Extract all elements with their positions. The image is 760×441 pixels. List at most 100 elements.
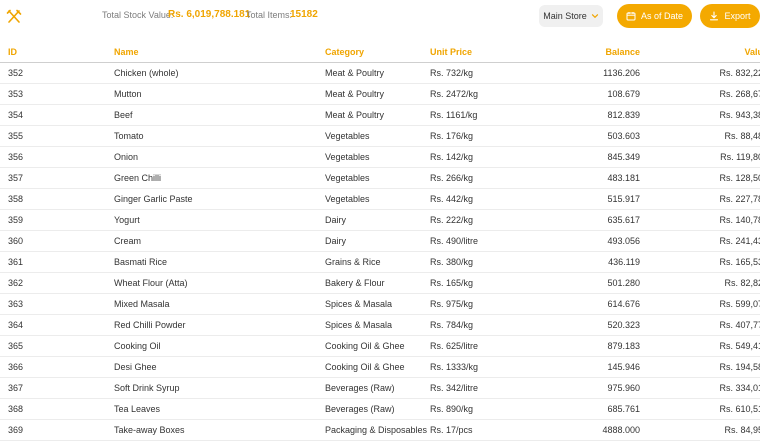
cell-category: Packaging & Disposables: [325, 419, 430, 441]
as-of-date-label: As of Date: [640, 11, 684, 21]
cell-value: Rs. 84,953: [640, 419, 760, 441]
table-row[interactable]: 367 Soft Drink Syrup Beverages (Raw) Rs. 34…: [0, 377, 760, 399]
cell-unit-price: Rs. 176/kg: [430, 125, 510, 147]
cell-balance: 4888.000: [510, 419, 640, 441]
cell-id: 359: [0, 209, 114, 231]
table-row[interactable]: 362 Wheat Flour (Atta) Bakery & Flour Rs. 1…: [0, 272, 760, 294]
table-row[interactable]: 364 Red Chilli Powder Spices & Masala Rs. 7…: [0, 314, 760, 336]
table-row[interactable]: 354 Beef Meat & Poultry Rs. 1161/kg 812.839 R…: [0, 104, 760, 126]
column-header-value[interactable]: Value: [640, 42, 760, 63]
cell-name: Cream: [114, 230, 325, 252]
cell-id: 354: [0, 104, 114, 126]
cell-category: Vegetables: [325, 167, 430, 189]
table-row[interactable]: 369 Take-away Boxes Packaging & Disposable…: [0, 419, 760, 441]
cell-value: Rs. 268,671: [640, 83, 760, 105]
column-header-balance[interactable]: Balance: [510, 42, 640, 63]
calendar-icon: [626, 12, 636, 21]
cell-category: Bakery & Flour: [325, 272, 430, 294]
stock-table: ID Name Category Unit Price Balance Valu…: [0, 42, 760, 441]
cell-value: Rs. 140,789: [640, 209, 760, 231]
cell-id: 367: [0, 377, 114, 399]
cell-name: Tea Leaves: [114, 398, 325, 420]
cell-category: Vegetables: [325, 188, 430, 210]
cell-unit-price: Rs. 380/kg: [430, 251, 510, 273]
export-button[interactable]: Export: [700, 4, 760, 28]
table-row[interactable]: 365 Cooking Oil Cooking Oil & Ghee Rs. 625/…: [0, 335, 760, 357]
cell-name: Basmati Rice: [114, 251, 325, 273]
store-select[interactable]: Main Store: [539, 5, 603, 27]
cell-value: Rs. 599,076: [640, 293, 760, 315]
table-row[interactable]: 352 Chicken (whole) Meat & Poultry Rs. 732/…: [0, 62, 760, 84]
cell-value: Rs. 119,803: [640, 146, 760, 168]
cell-balance: 845.349: [510, 146, 640, 168]
cell-id: 369: [0, 419, 114, 441]
cell-balance: 501.280: [510, 272, 640, 294]
cell-name: Onion: [114, 146, 325, 168]
cell-name: Ginger Garlic Paste: [114, 188, 325, 210]
column-header-unit-price[interactable]: Unit Price: [430, 42, 510, 63]
cell-balance: 614.676: [510, 293, 640, 315]
table-row[interactable]: 363 Mixed Masala Spices & Masala Rs. 975/kg…: [0, 293, 760, 315]
table-row[interactable]: 357 Green Chilli Vegetables Rs. 266/kg 483.1…: [0, 167, 760, 189]
cell-id: 357: [0, 167, 114, 189]
table-body: 352 Chicken (whole) Meat & Poultry Rs. 732/…: [0, 62, 760, 441]
cell-category: Cooking Oil & Ghee: [325, 335, 430, 357]
cell-balance: 635.617: [510, 209, 640, 231]
table-row[interactable]: 368 Tea Leaves Beverages (Raw) Rs. 890/kg 68…: [0, 398, 760, 420]
cell-id: 355: [0, 125, 114, 147]
column-header-id[interactable]: ID: [0, 42, 114, 63]
cell-id: 368: [0, 398, 114, 420]
table-row[interactable]: 359 Yogurt Dairy Rs. 222/kg 635.617 Rs. 140,7…: [0, 209, 760, 231]
cell-value: Rs. 82,826: [640, 272, 760, 294]
cell-category: Dairy: [325, 209, 430, 231]
cell-category: Spices & Masala: [325, 314, 430, 336]
cell-unit-price: Rs. 142/kg: [430, 146, 510, 168]
cell-balance: 493.056: [510, 230, 640, 252]
download-icon: [710, 11, 719, 21]
cell-category: Cooking Oil & Ghee: [325, 356, 430, 378]
chevron-down-icon: [591, 14, 598, 19]
cell-balance: 108.679: [510, 83, 640, 105]
cell-value: Rs. 407,777: [640, 314, 760, 336]
table-row[interactable]: 356 Onion Vegetables Rs. 142/kg 845.349 Rs. 1…: [0, 146, 760, 168]
table-row[interactable]: 360 Cream Dairy Rs. 490/litre 493.056 Rs. 241…: [0, 230, 760, 252]
cell-id: 360: [0, 230, 114, 252]
cell-unit-price: Rs. 490/litre: [430, 230, 510, 252]
cell-unit-price: Rs. 165/kg: [430, 272, 510, 294]
column-header-name[interactable]: Name: [114, 42, 325, 63]
cell-name: Tomato: [114, 125, 325, 147]
cell-name: Soft Drink Syrup: [114, 377, 325, 399]
cell-name: Red Chilli Powder: [114, 314, 325, 336]
column-header-category[interactable]: Category: [325, 42, 430, 63]
cell-unit-price: Rs. 222/kg: [430, 209, 510, 231]
cell-unit-price: Rs. 784/kg: [430, 314, 510, 336]
cell-value: Rs. 241,430: [640, 230, 760, 252]
cell-unit-price: Rs. 266/kg: [430, 167, 510, 189]
as-of-date-button[interactable]: As of Date: [617, 4, 692, 28]
table-row[interactable]: 361 Basmati Rice Grains & Rice Rs. 380/kg 43…: [0, 251, 760, 273]
cell-unit-price: Rs. 975/kg: [430, 293, 510, 315]
table-row[interactable]: 353 Mutton Meat & Poultry Rs. 2472/kg 108.67…: [0, 83, 760, 105]
cell-id: 366: [0, 356, 114, 378]
cell-category: Vegetables: [325, 146, 430, 168]
table-row[interactable]: 355 Tomato Vegetables Rs. 176/kg 503.603 Rs. …: [0, 125, 760, 147]
utensils-icon[interactable]: [6, 9, 22, 25]
cell-unit-price: Rs. 732/kg: [430, 62, 510, 84]
cell-id: 365: [0, 335, 114, 357]
table-row[interactable]: 358 Ginger Garlic Paste Vegetables Rs. 442/…: [0, 188, 760, 210]
cell-value: Rs. 549,419: [640, 335, 760, 357]
cell-id: 353: [0, 83, 114, 105]
cell-category: Meat & Poultry: [325, 83, 430, 105]
cell-category: Vegetables: [325, 125, 430, 147]
cell-unit-price: Rs. 342/litre: [430, 377, 510, 399]
table-row[interactable]: 366 Desi Ghee Cooking Oil & Ghee Rs. 1333/k…: [0, 356, 760, 378]
cell-category: Spices & Masala: [325, 293, 430, 315]
cell-balance: 515.917: [510, 188, 640, 210]
cell-unit-price: Rs. 17/pcs: [430, 419, 510, 441]
cell-value: Rs. 227,788: [640, 188, 760, 210]
cell-unit-price: Rs. 625/litre: [430, 335, 510, 357]
store-select-label: Main Store: [543, 11, 587, 21]
table-header-row: ID Name Category Unit Price Balance Valu…: [0, 42, 760, 63]
cell-value: Rs. 943,381: [640, 104, 760, 126]
cell-name: Green Chilli: [114, 167, 325, 189]
